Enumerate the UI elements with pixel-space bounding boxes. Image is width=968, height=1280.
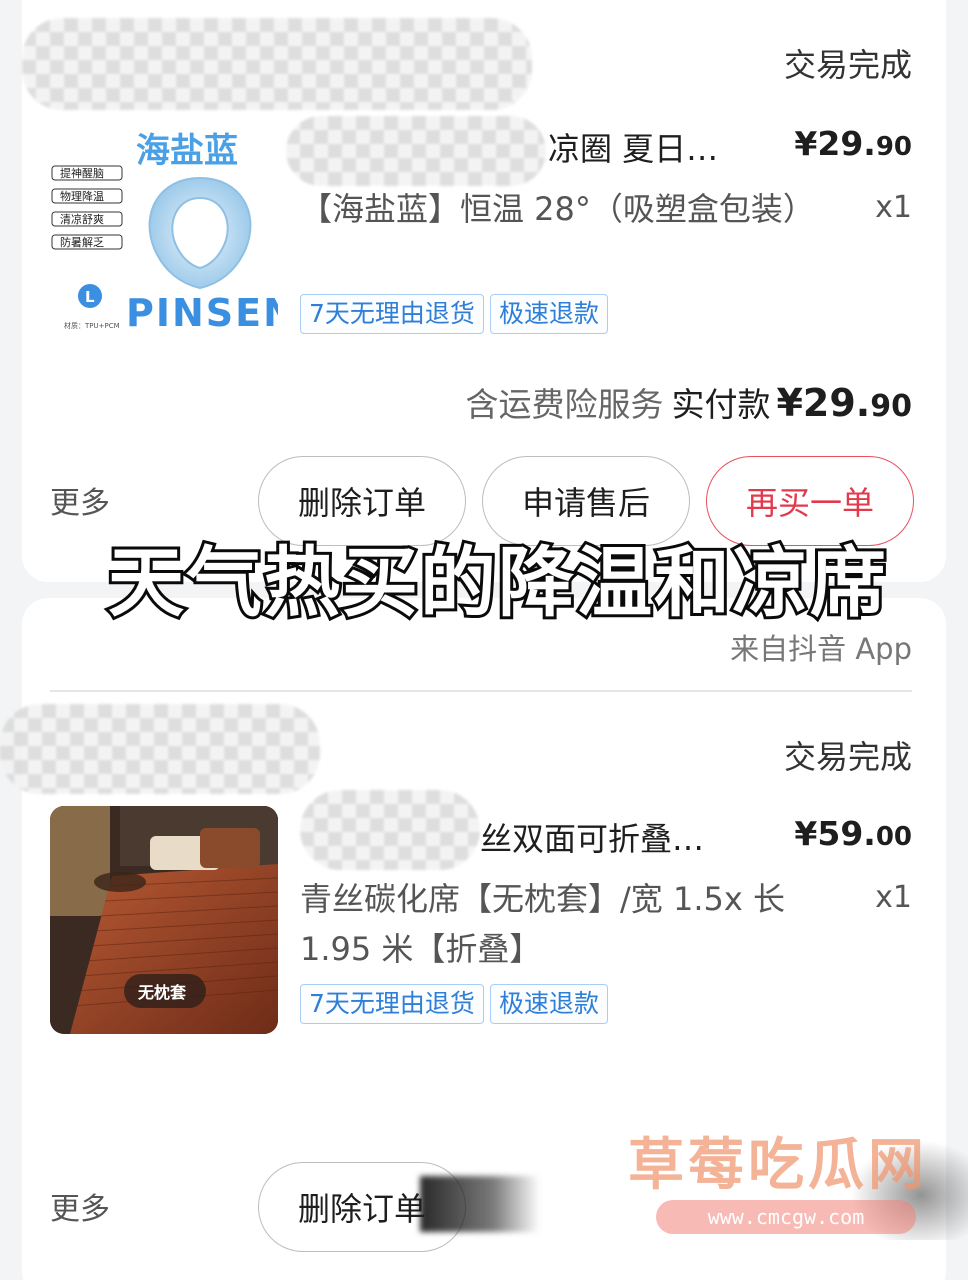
redaction-smear xyxy=(420,1176,540,1232)
product-spec: 【海盐蓝】恒温 28°（吸塑盒包装） xyxy=(300,190,815,228)
product-quantity: x1 xyxy=(875,880,912,915)
svg-text:提神醒脑: 提神醒脑 xyxy=(60,166,104,180)
redacted-shop-name xyxy=(0,704,320,794)
return-policy-tag: 7天无理由退货 xyxy=(300,984,484,1024)
neck-ring-shape xyxy=(148,176,252,290)
product-thumbnail[interactable]: 无枕套 xyxy=(50,806,278,1034)
svg-text:L: L xyxy=(85,288,95,306)
redacted-title-part xyxy=(286,116,546,186)
watermark-url: www.cmcgw.com xyxy=(656,1200,916,1234)
product-thumbnail[interactable]: 海盐蓝 提神醒脑 物理降温 清凉舒爽 防暑解乏 L PINSEN 材质：TPU+… xyxy=(50,112,278,340)
feature-list: 提神醒脑 物理降温 清凉舒爽 防暑解乏 xyxy=(51,165,123,250)
bamboo-mat-image: 无枕套 xyxy=(50,806,278,1034)
return-policy-tag: 7天无理由退货 xyxy=(300,294,484,334)
watermark: 草莓吃瓜网 www.cmcgw.com xyxy=(600,1100,968,1280)
thumb-brand-cn: 海盐蓝 xyxy=(136,131,238,171)
more-link[interactable]: 更多 xyxy=(50,1184,110,1228)
svg-text:物理降温: 物理降温 xyxy=(60,189,104,203)
thumb-brand-en: PINSEN xyxy=(126,291,278,335)
cooling-neck-ring-image: 海盐蓝 提神醒脑 物理降温 清凉舒爽 防暑解乏 L PINSEN 材质：TPU+… xyxy=(51,131,278,335)
order-status: 交易完成 xyxy=(783,738,912,776)
paid-amount: ¥29.90 xyxy=(776,381,912,425)
fast-refund-tag: 极速退款 xyxy=(490,294,609,334)
product-title[interactable]: 凉圈 夏日… xyxy=(548,124,748,170)
svg-text:材质：TPU+PCM: 材质：TPU+PCM xyxy=(64,321,120,330)
svg-text:防暑解乏: 防暑解乏 xyxy=(60,235,104,249)
svg-text:清凉舒爽: 清凉舒爽 xyxy=(60,212,104,226)
svg-text:无枕套: 无枕套 xyxy=(137,983,187,1002)
shipping-insurance-label: 含运费险服务 xyxy=(465,385,664,424)
paid-label: 实付款 xyxy=(671,385,771,424)
redacted-title-part xyxy=(300,790,480,870)
order-summary: 含运费险服务 实付款 ¥29.90 xyxy=(465,378,912,426)
fast-refund-tag: 极速退款 xyxy=(490,984,609,1024)
divider xyxy=(50,690,912,692)
order-list-page: 交易完成 海盐蓝 提神醒脑 物理降温 清凉舒爽 防暑解乏 L PINSE 材质：… xyxy=(0,0,968,1280)
watermark-title: 草莓吃瓜网 xyxy=(628,1133,928,1198)
more-link[interactable]: 更多 xyxy=(50,478,110,522)
redacted-shop-name xyxy=(22,18,532,110)
product-quantity: x1 xyxy=(875,190,912,225)
product-price: ¥59.00 xyxy=(794,814,912,853)
product-price: ¥29.90 xyxy=(794,124,912,163)
order-status: 交易完成 xyxy=(783,46,912,84)
caption-overlay: 天气热买的降温和凉席 xyxy=(105,535,889,630)
product-spec: 青丝碳化席【无枕套】/宽 1.5x 长 1.95 米【折叠】 xyxy=(300,880,785,968)
product-title[interactable]: 丝双面可折叠… xyxy=(480,814,740,860)
